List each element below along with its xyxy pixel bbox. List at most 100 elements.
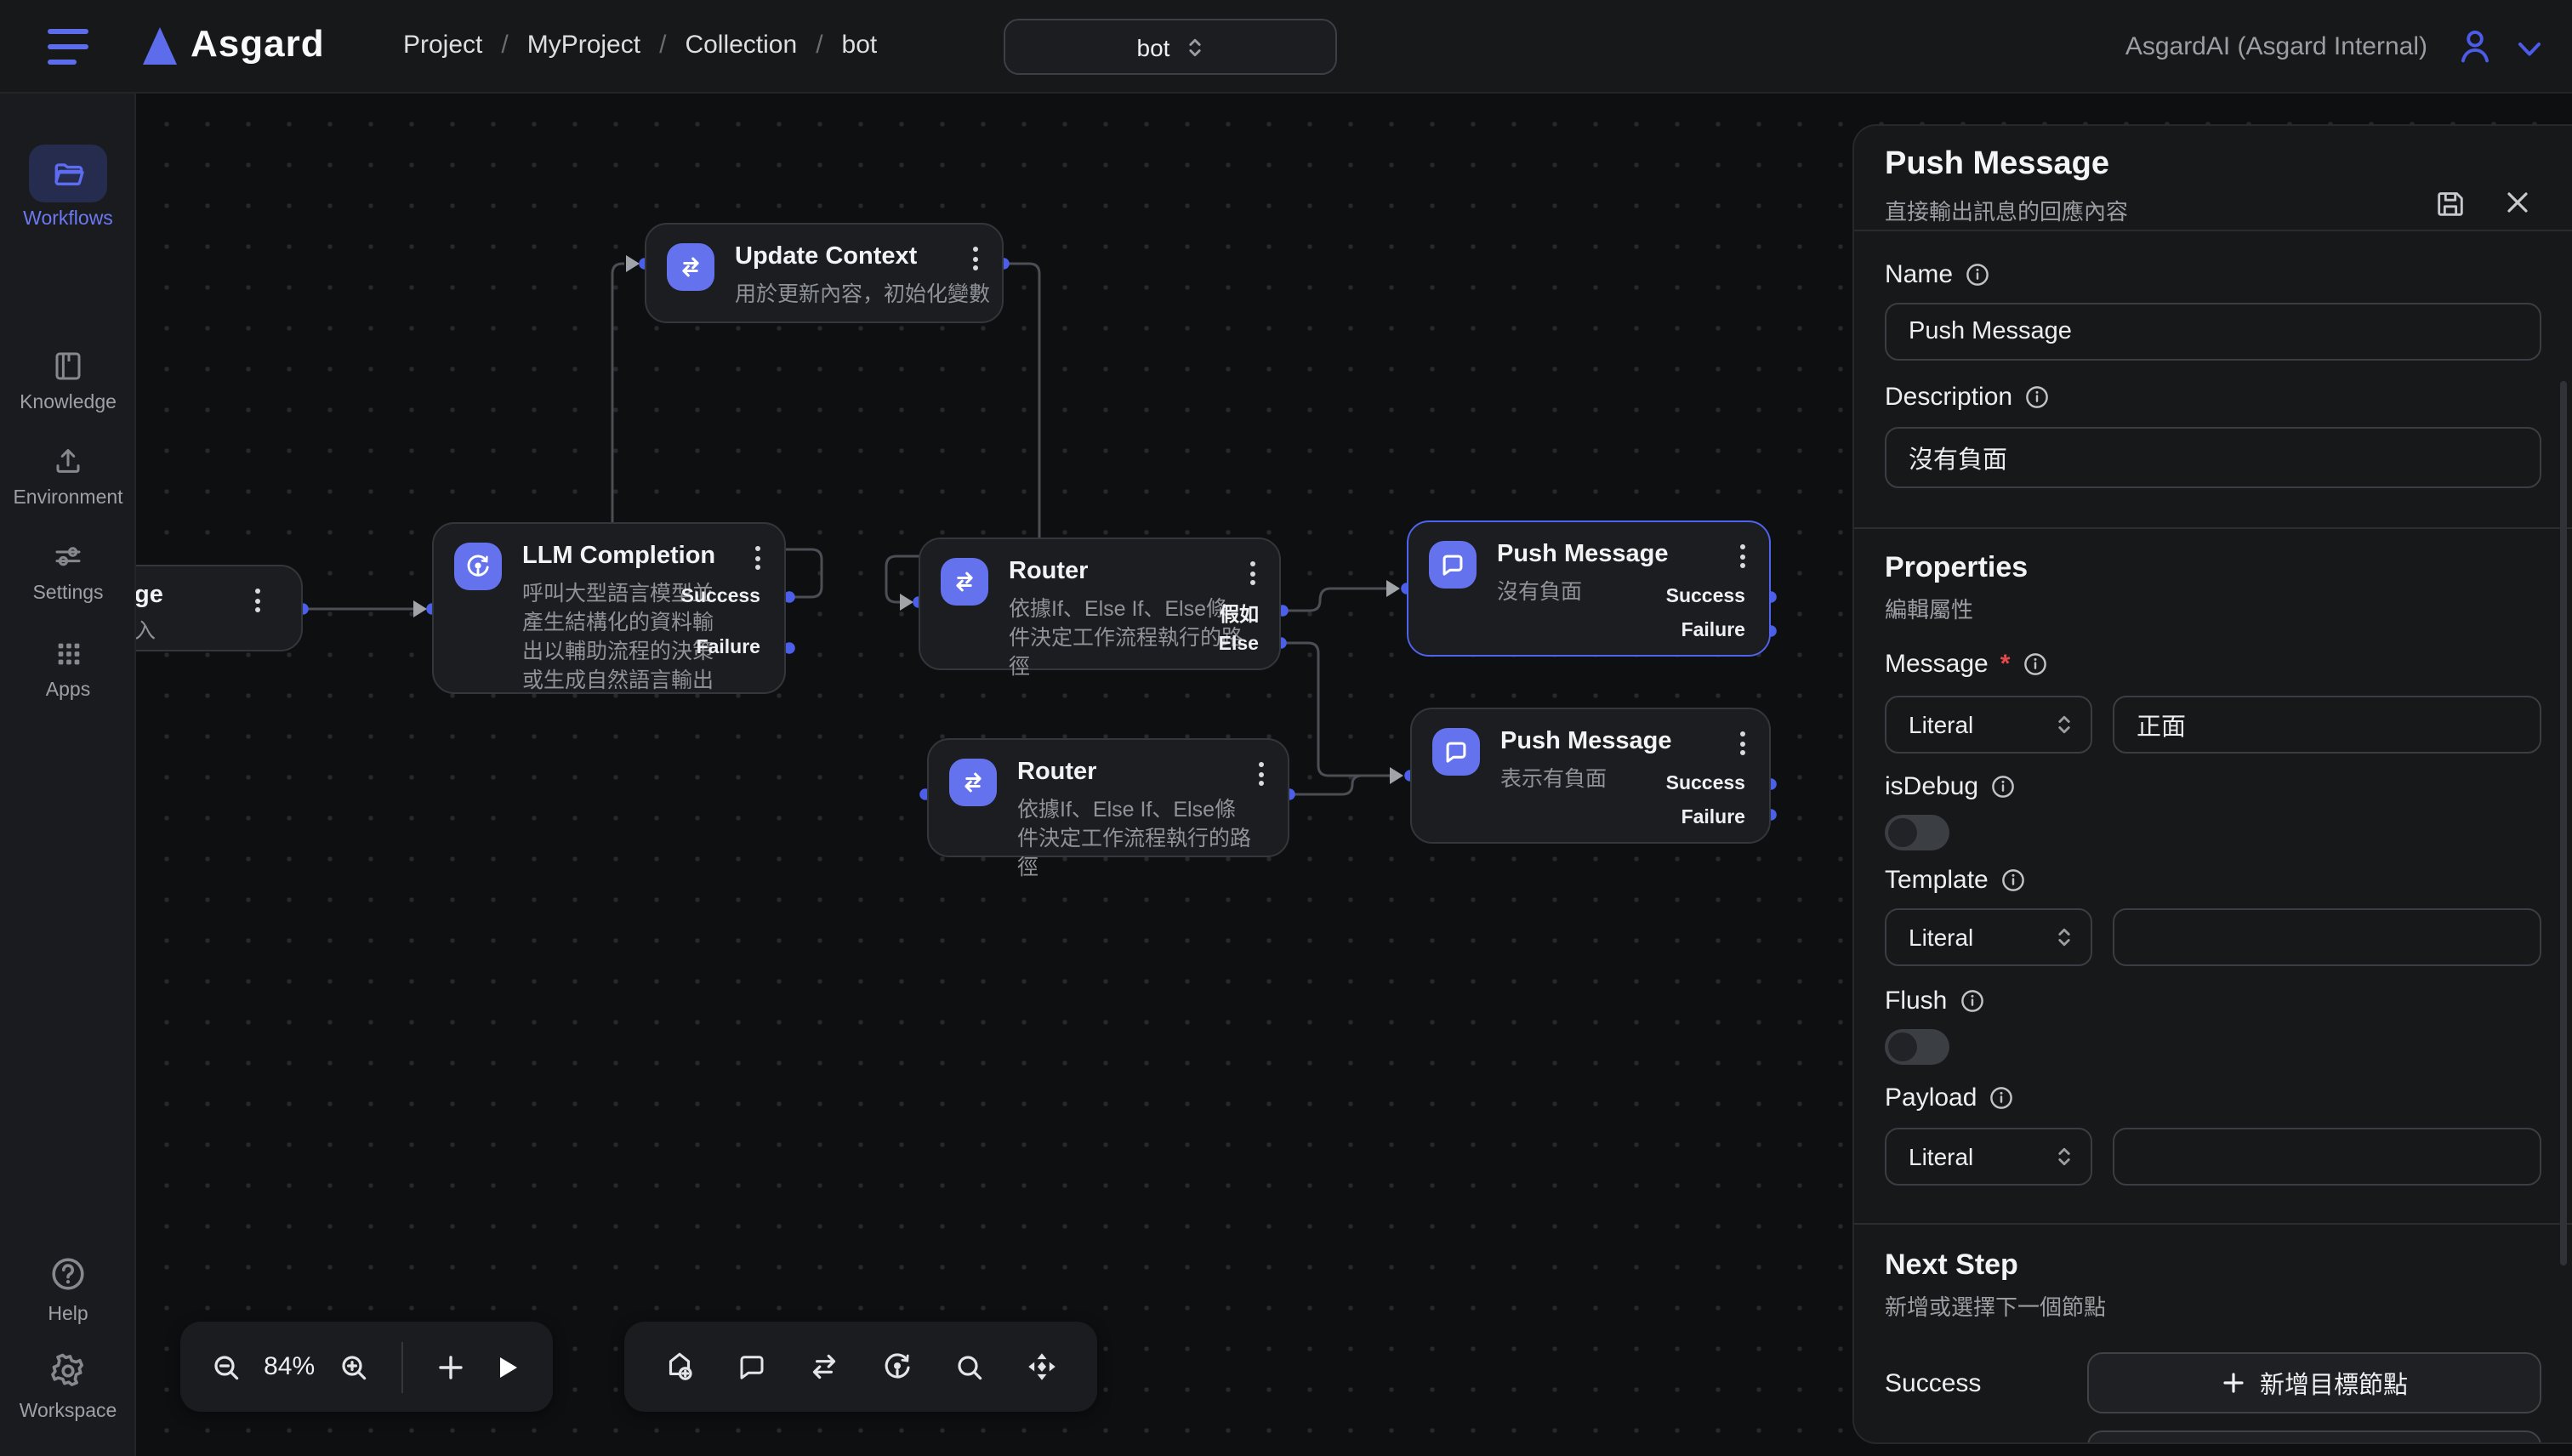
trigger-bell-add-icon[interactable] [655, 1343, 703, 1391]
info-icon [1959, 988, 1984, 1014]
info-icon [1965, 262, 1990, 287]
node-title: LLM Completion [522, 543, 715, 570]
info-icon [2024, 384, 2050, 410]
panel-title: Push Message [1885, 146, 2109, 184]
message-mode-select[interactable]: Literal [1885, 696, 2092, 754]
node-desc: 依據If、Else If、Else條件決定工作流程執行的路徑 [1009, 595, 1243, 682]
breadcrumb-collection[interactable]: Collection [685, 31, 797, 60]
node-title: ge [134, 582, 163, 609]
sidebar-item-workspace[interactable]: Workspace [0, 1347, 136, 1422]
payload-mode-select[interactable]: Literal [1885, 1128, 2092, 1186]
info-icon [2000, 867, 2026, 893]
sidebar-item-apps[interactable]: Apps [0, 633, 136, 701]
node-palette-toolbar [624, 1322, 1097, 1412]
llm-tool-icon[interactable] [873, 1343, 921, 1391]
output-label-failure: Failure [1681, 808, 1745, 828]
node-menu-button[interactable] [1250, 561, 1255, 585]
plus-icon [2221, 1371, 2245, 1395]
zoom-in-button[interactable] [335, 1343, 371, 1391]
sidebar-item-workflows[interactable]: Workflows [0, 145, 136, 230]
sidebar-item-knowledge[interactable]: Knowledge [0, 345, 136, 413]
output-label-failure: Failure [697, 638, 760, 658]
output-label-failure: Failure [1681, 621, 1745, 641]
next-step-failure-row: Failure 新增目標節點 [1885, 1430, 2541, 1444]
close-icon[interactable] [2504, 189, 2531, 225]
upload-icon [51, 444, 85, 478]
select-chevrons-icon [2055, 925, 2074, 949]
node-title: Push Message [1497, 541, 1669, 568]
account-name: AsgardAI (Asgard Internal) [2125, 32, 2427, 61]
node-router-1[interactable]: Router 依據If、Else If、Else條件決定工作流程執行的路徑 假如… [919, 537, 1281, 670]
output-label-else: Else [1219, 634, 1259, 655]
node-router-2[interactable]: Router 依據If、Else If、Else條件決定工作流程執行的路徑 [927, 738, 1289, 857]
node-title: Update Context [735, 243, 917, 270]
node-desc: 沒有負面 [1497, 578, 1582, 607]
zoom-out-button[interactable] [208, 1343, 243, 1391]
flush-toggle[interactable] [1885, 1029, 1949, 1065]
add-target-node-button-failure[interactable]: 新增目標節點 [2087, 1430, 2541, 1444]
help-icon [48, 1254, 88, 1294]
name-field-label: Name [1885, 260, 2541, 289]
payload-field-label: Payload [1885, 1083, 2541, 1112]
hamburger-menu-icon[interactable] [48, 29, 88, 65]
sidebar-item-help[interactable]: Help [0, 1250, 136, 1325]
payload-value-input[interactable] [2113, 1128, 2541, 1186]
asgard-logo-icon [143, 27, 177, 65]
success-row-label: Success [1885, 1368, 2087, 1397]
user-avatar-icon[interactable] [2453, 24, 2497, 77]
isdebug-field-label: isDebug [1885, 772, 2541, 801]
node-menu-button[interactable] [755, 546, 760, 570]
node-menu-button[interactable] [255, 589, 260, 612]
isdebug-toggle[interactable] [1885, 815, 1949, 850]
node-desc: 用於更新內容，初始化變數 [735, 281, 990, 310]
node-llm-completion[interactable]: LLM Completion 呼叫大型語言模型並產生結構化的資料輸出以輔助流程的… [432, 522, 786, 694]
properties-title: Properties [1885, 551, 2541, 585]
add-target-node-button-success[interactable]: 新增目標節點 [2087, 1352, 2541, 1413]
node-menu-button[interactable] [1259, 762, 1264, 786]
book-icon [51, 349, 85, 383]
account-chevron-down-icon[interactable] [2516, 37, 2543, 68]
node-menu-button[interactable] [973, 247, 978, 270]
output-label-success: Success [1666, 587, 1745, 607]
node-title: Router [1017, 759, 1096, 786]
add-node-button[interactable] [434, 1343, 469, 1391]
name-input[interactable] [1885, 303, 2541, 361]
node-push-message-2[interactable]: Push Message 表示有負面 Success Failure [1410, 708, 1771, 844]
asgard-workflow-editor: ge 入 Update Context 用於更新內容，初始化變數 LLM Com… [0, 0, 2572, 1456]
panel-scrollbar[interactable] [2560, 381, 2567, 1265]
search-tool-icon[interactable] [946, 1343, 993, 1391]
router-tool-icon[interactable] [800, 1343, 848, 1391]
node-desc: 依據If、Else If、Else條件決定工作流程執行的路徑 [1017, 796, 1252, 883]
select-chevrons-icon [2055, 1145, 2074, 1169]
swap-arrows-icon [941, 558, 988, 606]
topbar: Asgard Project / MyProject / Collection … [0, 0, 2572, 94]
next-step-subtitle: 新增或選擇下一個節點 [1885, 1289, 2541, 1322]
breadcrumb-myproject[interactable]: MyProject [527, 31, 640, 60]
message-value-input[interactable] [2113, 696, 2541, 754]
push-message-tool-icon[interactable] [728, 1343, 776, 1391]
run-workflow-button[interactable] [490, 1343, 526, 1391]
node-update-context[interactable]: Update Context 用於更新內容，初始化變數 [645, 223, 1004, 323]
description-input[interactable] [1885, 427, 2541, 488]
node-menu-button[interactable] [1740, 731, 1745, 755]
select-chevrons-icon [2055, 713, 2074, 737]
output-label-success: Success [1666, 774, 1745, 794]
template-value-input[interactable] [2113, 908, 2541, 966]
next-step-title: Next Step [1885, 1248, 2541, 1283]
node-desc: 表示有負面 [1500, 765, 1607, 794]
template-mode-select[interactable]: Literal [1885, 908, 2092, 966]
breadcrumb-project[interactable]: Project [403, 31, 482, 60]
zoom-level: 84% [264, 1352, 315, 1381]
node-push-message-1[interactable]: Push Message 沒有負面 Success Failure [1407, 520, 1771, 657]
save-icon[interactable] [2434, 187, 2467, 228]
workflow-select[interactable]: bot [1004, 19, 1337, 75]
info-icon [1990, 774, 2016, 799]
llm-cycle-icon [454, 543, 502, 590]
node-title: Push Message [1500, 728, 1672, 755]
breadcrumb-bot[interactable]: bot [842, 31, 878, 60]
sidebar-item-settings[interactable]: Settings [0, 536, 136, 604]
node-menu-button[interactable] [1740, 544, 1745, 568]
move-tool-icon[interactable] [1019, 1343, 1067, 1391]
sidebar-item-environment[interactable]: Environment [0, 441, 136, 509]
sliders-icon [51, 539, 85, 573]
